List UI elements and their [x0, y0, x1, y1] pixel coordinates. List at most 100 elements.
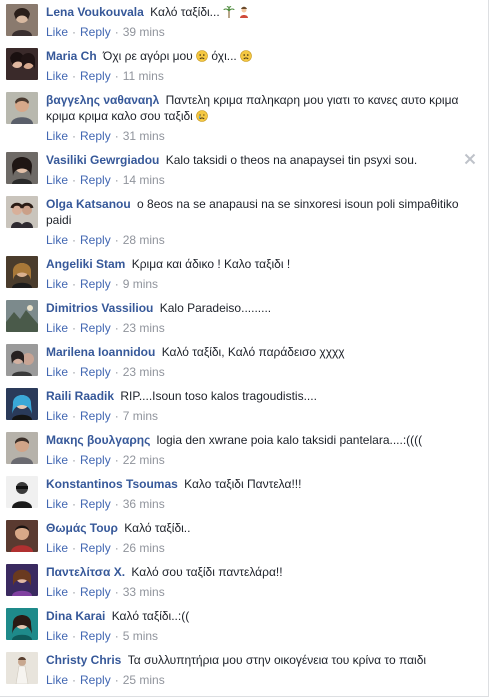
- separator: ·: [114, 277, 119, 291]
- comment-author[interactable]: Θωμάς Τουρ: [46, 521, 118, 535]
- reply-button[interactable]: Reply: [80, 541, 111, 555]
- like-button[interactable]: Like: [46, 453, 68, 467]
- comment-author[interactable]: Marilena Ioannidou: [46, 345, 155, 359]
- comment-item: Raili Raadik RIP....Isoun toso kalos tra…: [0, 388, 488, 428]
- separator: ·: [114, 409, 119, 423]
- like-button[interactable]: Like: [46, 173, 68, 187]
- comment-item: βαγγελης ναθαναηλ Παντελη κριμα παληκαρη…: [0, 92, 488, 148]
- like-button[interactable]: Like: [46, 277, 68, 291]
- comment-author[interactable]: Dimitrios Vassiliou: [46, 301, 153, 315]
- comment-time[interactable]: 22 mins: [123, 453, 165, 467]
- reply-button[interactable]: Reply: [80, 673, 111, 687]
- reply-button[interactable]: Reply: [80, 25, 111, 39]
- comment-text: Καλό ταξίδι..: [124, 521, 191, 535]
- separator: ·: [72, 233, 77, 247]
- comment-time[interactable]: 11 mins: [123, 69, 164, 83]
- frowning-face-icon: [240, 50, 252, 62]
- comment-item: Dimitrios Vassiliou Kalo Paradeiso......…: [0, 300, 488, 340]
- comment-author[interactable]: Raili Raadik: [46, 389, 114, 403]
- like-button[interactable]: Like: [46, 365, 68, 379]
- comment-time[interactable]: 28 mins: [123, 233, 165, 247]
- comment-item: Dina Karai Καλό ταξίδι..:(( Like · Reply · 5…: [0, 608, 488, 648]
- avatar[interactable]: [6, 520, 38, 552]
- reply-button[interactable]: Reply: [80, 453, 111, 467]
- reply-button[interactable]: Reply: [80, 585, 111, 599]
- avatar[interactable]: [6, 432, 38, 464]
- like-button[interactable]: Like: [46, 69, 68, 83]
- like-button[interactable]: Like: [46, 629, 68, 643]
- avatar[interactable]: [6, 344, 38, 376]
- reply-button[interactable]: Reply: [80, 629, 111, 643]
- like-button[interactable]: Like: [46, 673, 68, 687]
- avatar[interactable]: [6, 48, 38, 80]
- comment-time[interactable]: 25 mins: [123, 673, 165, 687]
- reply-button[interactable]: Reply: [80, 497, 111, 511]
- like-button[interactable]: Like: [46, 409, 68, 423]
- comment-time[interactable]: 5 mins: [123, 629, 158, 643]
- comment-author[interactable]: βαγγελης ναθαναηλ: [46, 93, 159, 107]
- comment-text: Kalo taksidi o theos na anapaysei tin ps…: [165, 153, 418, 167]
- palm-tree-icon: [223, 6, 235, 18]
- comment-author[interactable]: Dina Karai: [46, 609, 105, 623]
- avatar[interactable]: [6, 476, 38, 508]
- comment-text: Τα συλλυπητήρια μου στην οικογένεια του …: [127, 653, 427, 667]
- reply-button[interactable]: Reply: [80, 277, 111, 291]
- comment-item: Konstantinos Tsoumas Καλο ταξιδι Παντελα…: [0, 476, 488, 516]
- separator: ·: [72, 497, 77, 511]
- separator: ·: [72, 277, 77, 291]
- like-button[interactable]: Like: [46, 129, 68, 143]
- comment-time[interactable]: 7 mins: [123, 409, 158, 423]
- comment-time[interactable]: 9 mins: [123, 277, 158, 291]
- avatar[interactable]: [6, 608, 38, 640]
- comment-author[interactable]: Lena Voukouvala: [46, 5, 144, 19]
- like-button[interactable]: Like: [46, 321, 68, 335]
- close-icon[interactable]: [464, 153, 476, 165]
- avatar[interactable]: [6, 152, 38, 184]
- comment-author[interactable]: Μακης βουλγαρης: [46, 433, 150, 447]
- comment-time[interactable]: 26 mins: [123, 541, 165, 555]
- like-button[interactable]: Like: [46, 233, 68, 247]
- like-button[interactable]: Like: [46, 541, 68, 555]
- separator: ·: [72, 409, 77, 423]
- comment-time[interactable]: 39 mins: [123, 25, 165, 39]
- reply-button[interactable]: Reply: [80, 365, 111, 379]
- comment-time[interactable]: 23 mins: [123, 321, 165, 335]
- reply-button[interactable]: Reply: [80, 321, 111, 335]
- avatar[interactable]: [6, 92, 38, 124]
- reply-button[interactable]: Reply: [80, 69, 111, 83]
- comment-time[interactable]: 33 mins: [123, 585, 165, 599]
- comment-time[interactable]: 23 mins: [123, 365, 165, 379]
- avatar[interactable]: [6, 4, 38, 36]
- comment-author[interactable]: Angeliki Stam: [46, 257, 125, 271]
- avatar[interactable]: [6, 300, 38, 332]
- person-icon: [240, 6, 249, 18]
- comment-author[interactable]: Konstantinos Tsoumas: [46, 477, 178, 491]
- comment-author[interactable]: Vasiliki Gewrgiadou: [46, 153, 159, 167]
- avatar[interactable]: [6, 256, 38, 288]
- separator: ·: [72, 129, 77, 143]
- comment-author[interactable]: Maria Ch: [46, 49, 97, 63]
- separator: ·: [72, 673, 77, 687]
- separator: ·: [114, 129, 119, 143]
- comment-author[interactable]: Christy Chris: [46, 653, 121, 667]
- avatar[interactable]: [6, 652, 38, 684]
- comment-time[interactable]: 14 mins: [123, 173, 165, 187]
- separator: ·: [114, 233, 119, 247]
- reply-button[interactable]: Reply: [80, 129, 111, 143]
- comment-author[interactable]: Olga Katsanou: [46, 197, 131, 211]
- comment-time[interactable]: 31 mins: [123, 129, 165, 143]
- reply-button[interactable]: Reply: [80, 173, 111, 187]
- separator: ·: [72, 453, 77, 467]
- like-button[interactable]: Like: [46, 585, 68, 599]
- avatar[interactable]: [6, 196, 38, 228]
- comment-author[interactable]: Παντελίτσα Χ.: [46, 565, 125, 579]
- reply-button[interactable]: Reply: [80, 409, 111, 423]
- like-button[interactable]: Like: [46, 497, 68, 511]
- like-button[interactable]: Like: [46, 25, 68, 39]
- separator: ·: [72, 69, 77, 83]
- avatar[interactable]: [6, 564, 38, 596]
- avatar[interactable]: [6, 388, 38, 420]
- comment-time[interactable]: 36 mins: [123, 497, 165, 511]
- reply-button[interactable]: Reply: [80, 233, 111, 247]
- comment-item: Vasiliki Gewrgiadou Kalo taksidi o theos…: [0, 152, 488, 192]
